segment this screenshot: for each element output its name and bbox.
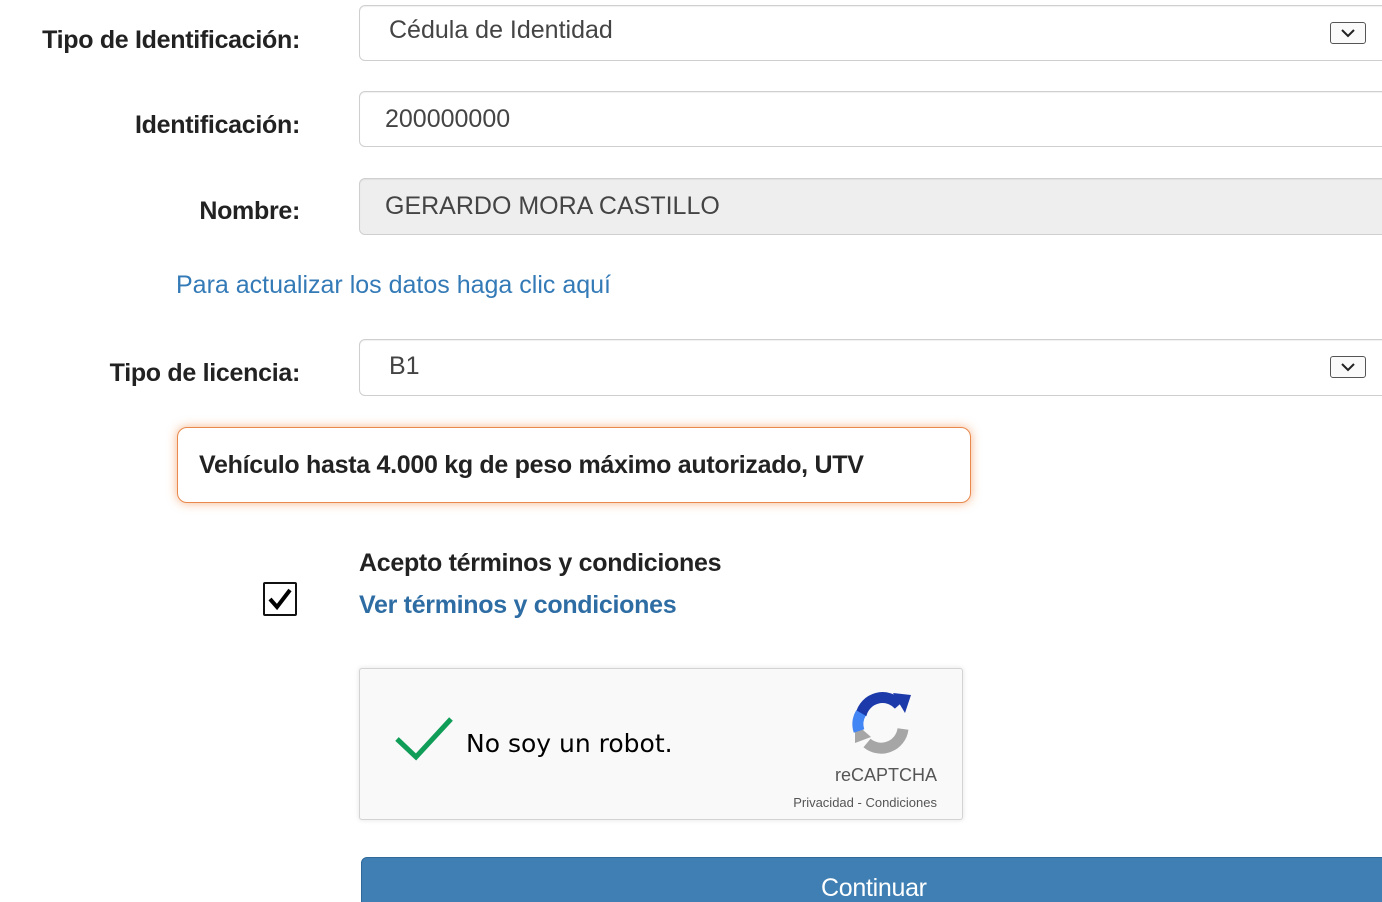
update-data-link[interactable]: Para actualizar los datos haga clic aquí xyxy=(176,271,611,300)
recaptcha-separator: - xyxy=(853,795,866,810)
recaptcha-privacy-link[interactable]: Privacidad xyxy=(793,795,854,810)
continue-button-label: Continuar xyxy=(821,874,927,902)
id-type-label: Tipo de Identificación: xyxy=(42,26,300,54)
license-type-value: B1 xyxy=(389,351,420,380)
identification-label: Identificación: xyxy=(135,111,300,139)
terms-checkbox[interactable] xyxy=(263,582,297,616)
check-icon[interactable] xyxy=(394,715,454,766)
recaptcha-label: No soy un robot. xyxy=(466,729,673,758)
id-type-value: Cédula de Identidad xyxy=(389,15,613,44)
chevron-down-icon[interactable] xyxy=(1330,22,1366,44)
recaptcha-widget: No soy un robot. reCAPTCHA Privacidad - … xyxy=(359,668,963,820)
license-description-text: Vehículo hasta 4.000 kg de peso máximo a… xyxy=(199,450,864,479)
id-type-select[interactable]: Cédula de Identidad xyxy=(359,5,1382,61)
identification-input[interactable]: 200000000 xyxy=(359,91,1382,147)
view-terms-link[interactable]: Ver términos y condiciones xyxy=(359,591,677,620)
checkmark-icon xyxy=(268,588,292,611)
recaptcha-conditions-link[interactable]: Condiciones xyxy=(865,795,937,810)
license-type-select[interactable]: B1 xyxy=(359,339,1382,396)
recaptcha-brand: reCAPTCHA xyxy=(834,765,937,785)
license-type-label: Tipo de licencia: xyxy=(109,359,301,387)
license-request-form: Tipo de Identificación: Cédula de Identi… xyxy=(0,0,1382,902)
identification-value: 200000000 xyxy=(385,104,511,133)
name-label: Nombre: xyxy=(199,197,300,225)
continue-button[interactable]: Continuar xyxy=(361,857,1382,902)
chevron-down-icon[interactable] xyxy=(1330,356,1366,378)
name-field: GERARDO MORA CASTILLO xyxy=(359,178,1382,235)
name-value: GERARDO MORA CASTILLO xyxy=(385,192,720,220)
recaptcha-logo-icon xyxy=(849,691,915,760)
accept-terms-label: Acepto términos y condiciones xyxy=(359,549,722,577)
recaptcha-legal: Privacidad - Condiciones xyxy=(793,795,937,810)
license-description-box: Vehículo hasta 4.000 kg de peso máximo a… xyxy=(177,427,971,503)
